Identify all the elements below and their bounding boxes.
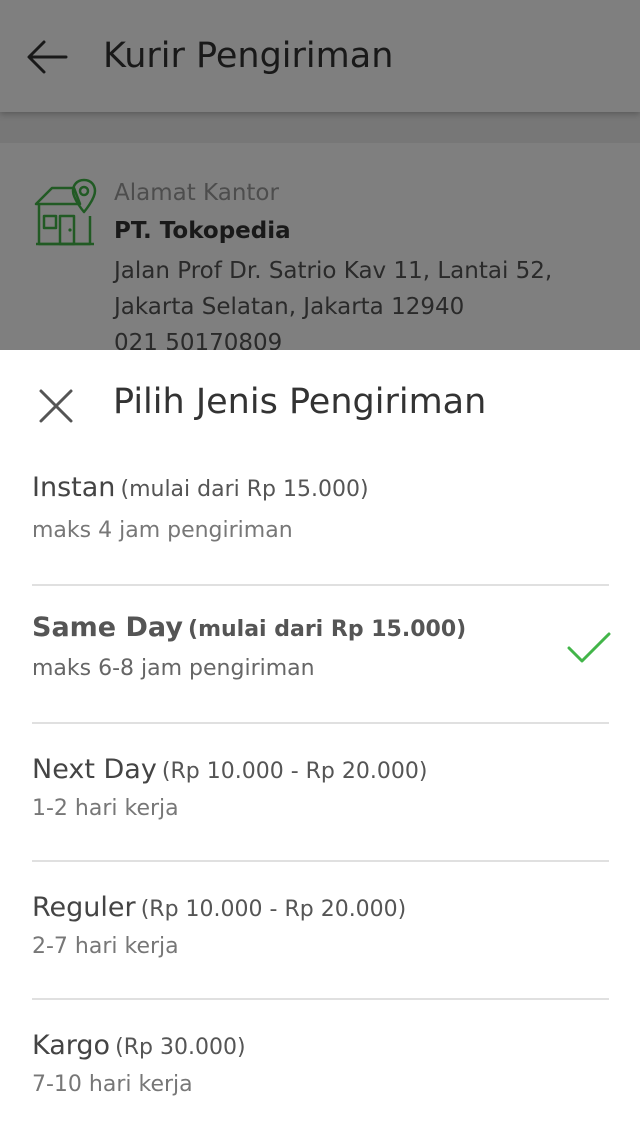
shipping-option-reguler[interactable]: Reguler (Rp 10.000 - Rp 20.000) 2-7 hari… [0, 862, 640, 1000]
shipping-option-kargo[interactable]: Kargo (Rp 30.000) 7-10 hari kerja [0, 1000, 640, 1136]
option-name: Same Day [32, 612, 183, 643]
screen: Kurir Pengiriman Alamat Kantor PT. Tokop… [0, 0, 640, 1136]
option-heading: Next Day (Rp 10.000 - Rp 20.000) [32, 754, 427, 785]
option-name: Instan [32, 472, 116, 503]
option-name: Reguler [32, 892, 136, 923]
shipping-option-same-day[interactable]: Same Day (mulai dari Rp 15.000) maks 6-8… [0, 586, 640, 724]
option-description: 2-7 hari kerja [32, 934, 179, 959]
shipping-type-sheet: Pilih Jenis Pengiriman Instan (mulai dar… [0, 350, 640, 1136]
sheet-title: Pilih Jenis Pengiriman [113, 382, 487, 422]
option-description: maks 6-8 jam pengiriman [32, 656, 315, 681]
shipping-option-instan[interactable]: Instan (mulai dari Rp 15.000) maks 4 jam… [0, 448, 640, 586]
option-description: 1-2 hari kerja [32, 796, 179, 821]
option-description: 7-10 hari kerja [32, 1072, 193, 1097]
option-heading: Instan (mulai dari Rp 15.000) [32, 472, 369, 503]
close-icon[interactable] [34, 384, 78, 428]
option-price: (Rp 10.000 - Rp 20.000) [161, 759, 428, 784]
option-price: (Rp 30.000) [115, 1035, 246, 1060]
option-price: (mulai dari Rp 15.000) [120, 477, 369, 502]
option-name: Next Day [32, 754, 157, 785]
option-price: (mulai dari Rp 15.000) [188, 617, 467, 642]
option-price: (Rp 10.000 - Rp 20.000) [140, 897, 407, 922]
option-heading: Same Day (mulai dari Rp 15.000) [32, 612, 466, 643]
option-heading: Kargo (Rp 30.000) [32, 1030, 246, 1061]
shipping-option-next-day[interactable]: Next Day (Rp 10.000 - Rp 20.000) 1-2 har… [0, 724, 640, 862]
checkmark-icon [566, 630, 612, 666]
option-name: Kargo [32, 1030, 111, 1061]
option-heading: Reguler (Rp 10.000 - Rp 20.000) [32, 892, 406, 923]
option-description: maks 4 jam pengiriman [32, 518, 293, 543]
